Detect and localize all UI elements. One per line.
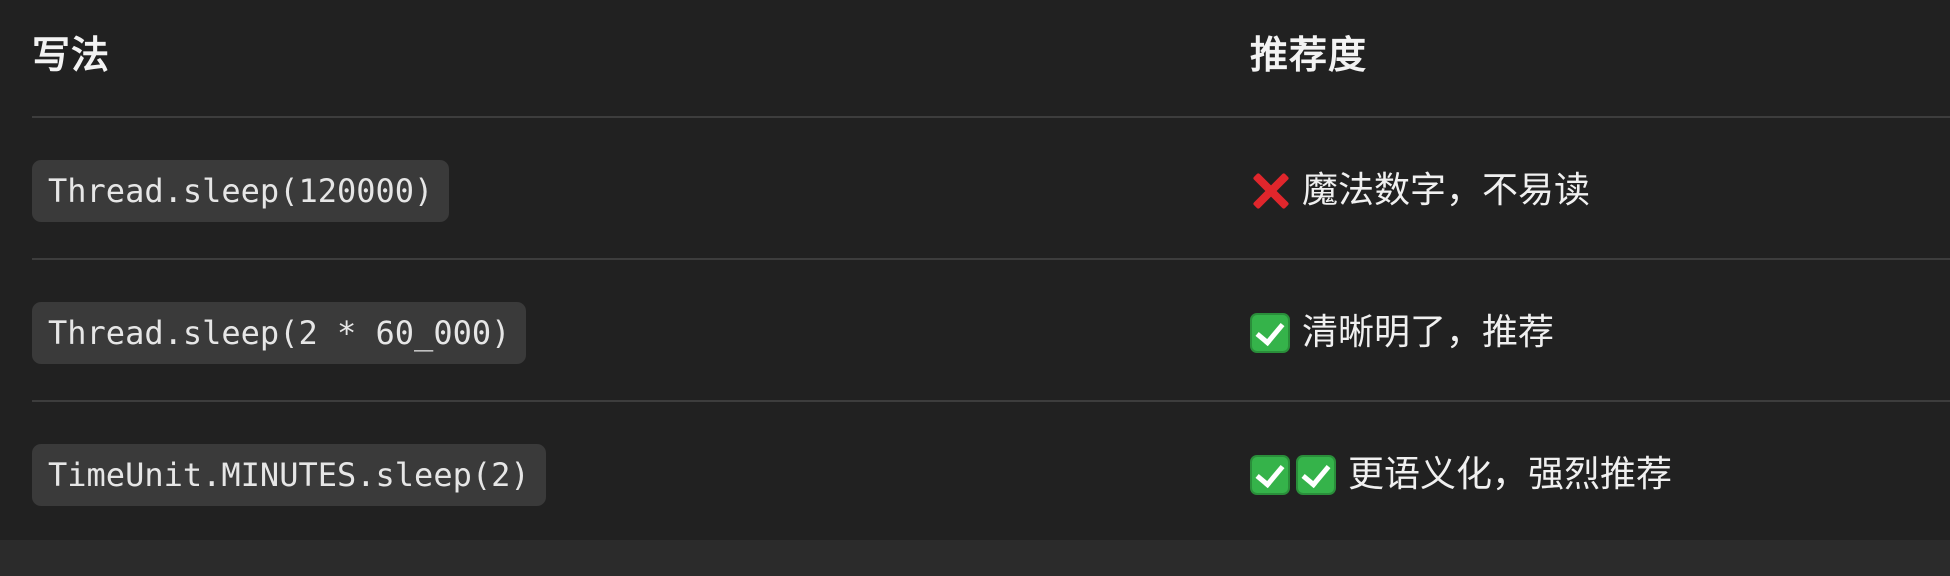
recommendation-text: 更语义化，强烈推荐 xyxy=(1348,454,1673,495)
code-snippet: TimeUnit.MINUTES.sleep(2) xyxy=(32,444,546,506)
check-icon xyxy=(1250,313,1290,353)
table-row: Thread.sleep(120000) 魔法数字，不易读 xyxy=(32,118,1950,260)
recommendation-cell: 清晰明了，推荐 xyxy=(1250,302,1554,364)
comparison-table: 写法 推荐度 Thread.sleep(120000) 魔法数字，不易读 Thr… xyxy=(32,0,1950,542)
table-row: Thread.sleep(2 * 60_000) 清晰明了，推荐 xyxy=(32,260,1950,402)
recommendation-text: 魔法数字，不易读 xyxy=(1302,170,1591,211)
check-icon xyxy=(1296,455,1336,495)
recommendation-cell: 更语义化，强烈推荐 xyxy=(1250,444,1672,506)
code-snippet: Thread.sleep(120000) xyxy=(32,160,450,222)
check-icon xyxy=(1250,455,1290,495)
comparison-panel: 写法 推荐度 Thread.sleep(120000) 魔法数字，不易读 Thr… xyxy=(0,0,1950,540)
column-header-syntax: 写法 xyxy=(32,33,111,77)
recommendation-text: 清晰明了，推荐 xyxy=(1302,312,1555,353)
column-header-recommendation: 推荐度 xyxy=(1250,33,1368,77)
code-snippet: Thread.sleep(2 * 60_000) xyxy=(32,302,527,364)
cross-icon xyxy=(1250,171,1290,211)
table-row: TimeUnit.MINUTES.sleep(2) 更语义化，强烈推荐 xyxy=(32,402,1950,542)
recommendation-cell: 魔法数字，不易读 xyxy=(1250,160,1590,222)
table-header-row: 写法 推荐度 xyxy=(32,0,1950,118)
